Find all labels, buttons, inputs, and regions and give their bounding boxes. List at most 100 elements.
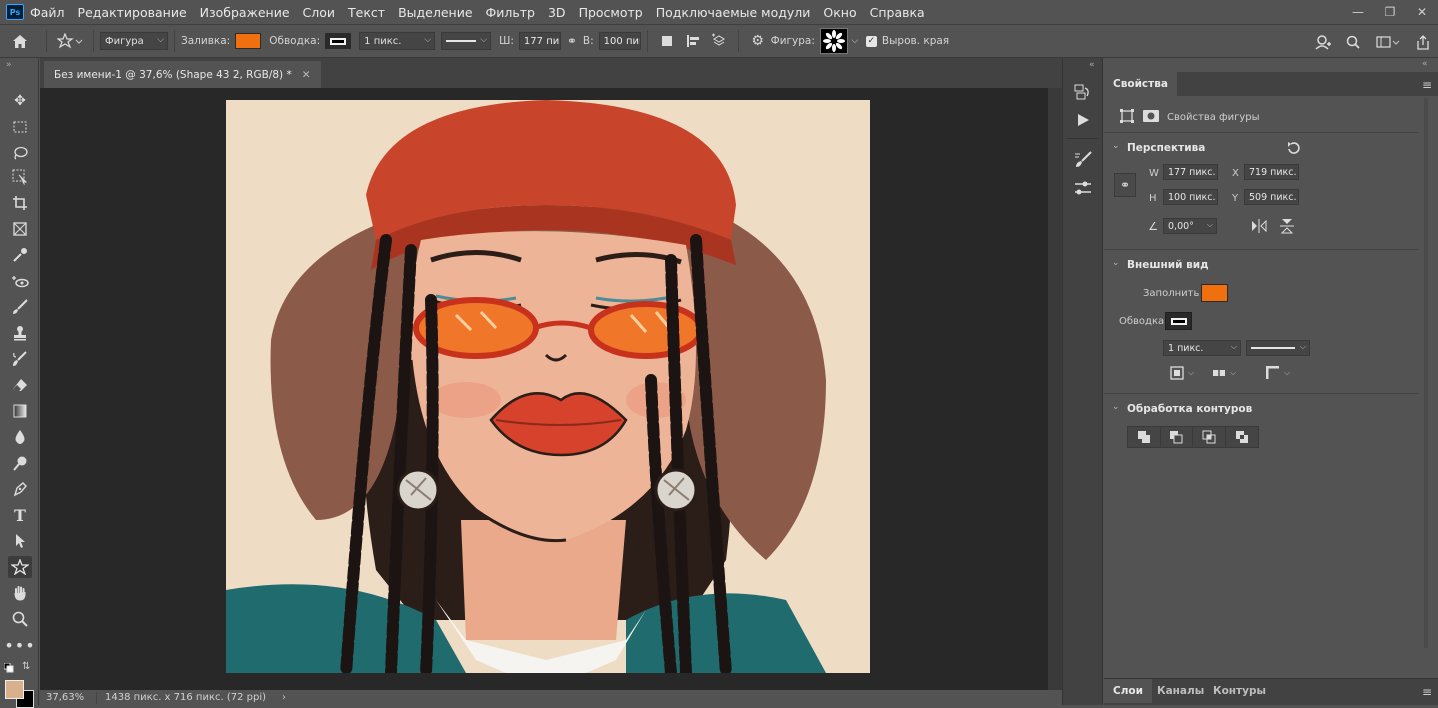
mask-properties-icon[interactable]	[1140, 106, 1162, 126]
antialias-checkbox[interactable]: ✓	[865, 35, 877, 47]
chevron-down-icon[interactable]: ⌄	[1112, 258, 1120, 268]
more-tools-icon[interactable]: •••	[4, 634, 34, 656]
path-arrangement-icon[interactable]	[706, 33, 732, 49]
stroke-type-select[interactable]: ⌵	[1246, 340, 1310, 356]
menu-help[interactable]: Справка	[870, 5, 925, 20]
menu-layer[interactable]: Слои	[303, 5, 336, 20]
tool-mode-select[interactable]: Фигура ⌵	[100, 32, 168, 50]
subtract-shapes-icon[interactable]	[1161, 427, 1193, 447]
height-input[interactable]: 100 пикс	[598, 32, 641, 50]
menu-select[interactable]: Выделение	[398, 5, 472, 20]
menu-plugins[interactable]: Подключаемые модули	[656, 5, 811, 20]
link-dimensions-icon[interactable]: ⚭	[1114, 173, 1136, 197]
shape-picker-thumbnail[interactable]	[819, 28, 848, 54]
type-tool-icon[interactable]: T	[8, 504, 32, 526]
canvas-area[interactable]	[40, 88, 1048, 690]
custom-shape-tool-icon[interactable]	[8, 556, 32, 578]
frame-tool-icon[interactable]	[8, 218, 32, 240]
menu-filter[interactable]: Фильтр	[486, 5, 535, 20]
history-brush-tool-icon[interactable]	[8, 348, 32, 370]
dodge-tool-icon[interactable]	[8, 452, 32, 474]
lasso-tool-icon[interactable]	[8, 142, 32, 164]
fill-color-swatch[interactable]	[1201, 284, 1228, 302]
rectangular-marquee-tool-icon[interactable]	[8, 116, 32, 138]
stroke-corners-select[interactable]: ⌵	[1266, 365, 1300, 381]
flip-vertical-icon[interactable]	[1276, 216, 1298, 236]
angle-input[interactable]: 0,00° ⌵	[1163, 218, 1217, 234]
share-export-icon[interactable]	[1408, 34, 1438, 50]
collapse-panels-icon[interactable]: «	[1089, 60, 1095, 70]
menu-image[interactable]: Изображение	[200, 5, 290, 20]
eyedropper-tool-icon[interactable]	[8, 244, 32, 266]
brush-tool-icon[interactable]	[8, 296, 32, 318]
panel-menu-icon[interactable]: ≡	[1422, 78, 1432, 92]
history-panel-icon[interactable]	[1073, 82, 1093, 105]
chevron-right-icon[interactable]: ›	[282, 692, 286, 703]
zoom-tool-icon[interactable]	[8, 608, 32, 630]
shape-properties-icon[interactable]	[1116, 106, 1138, 126]
menu-3d[interactable]: 3D	[548, 5, 566, 20]
x-input[interactable]: 719 пикс.	[1244, 164, 1299, 180]
gear-icon[interactable]: ⚙	[745, 33, 771, 49]
combine-shapes-icon[interactable]	[1128, 427, 1161, 447]
blur-tool-icon[interactable]	[8, 426, 32, 448]
chevron-down-icon[interactable]: ⌵	[848, 36, 862, 46]
document-tab[interactable]: Без имени-1 @ 37,6% (Shape 43 2, RGB/8) …	[44, 61, 321, 88]
swap-colors-icon[interactable]: ⇅	[22, 661, 30, 672]
eraser-tool-icon[interactable]	[8, 374, 32, 396]
path-operations-icon[interactable]	[654, 35, 680, 47]
panel-scrollbar[interactable]	[1420, 98, 1432, 648]
panel-menu-icon[interactable]: ≡	[1422, 685, 1432, 699]
actions-play-icon[interactable]	[1075, 112, 1091, 131]
minimize-icon[interactable]: —	[1342, 0, 1374, 24]
gradient-tool-icon[interactable]	[8, 400, 32, 422]
exclude-overlap-icon[interactable]	[1226, 427, 1258, 447]
pen-tool-icon[interactable]	[8, 478, 32, 500]
spot-healing-brush-tool-icon[interactable]	[8, 270, 32, 292]
fill-color-swatch[interactable]	[235, 33, 262, 49]
menu-view[interactable]: Просмотр	[579, 5, 643, 20]
stroke-align-select[interactable]: ⌵	[1170, 365, 1204, 381]
stroke-type-select[interactable]: ⌵	[441, 32, 492, 50]
chevron-down-icon[interactable]: ⌄	[1112, 402, 1120, 412]
path-selection-tool-icon[interactable]	[8, 530, 32, 552]
menu-edit[interactable]: Редактирование	[78, 5, 187, 20]
vertical-scrollbar[interactable]	[1048, 88, 1062, 690]
stroke-width-field[interactable]: 1 пикс. ⌵	[1163, 340, 1241, 356]
menu-type[interactable]: Текст	[348, 5, 385, 20]
stroke-caps-select[interactable]: ⌵	[1212, 365, 1246, 381]
path-alignment-icon[interactable]	[680, 34, 706, 48]
crop-tool-icon[interactable]	[8, 192, 32, 214]
reset-transform-icon[interactable]	[1282, 138, 1304, 158]
home-icon[interactable]	[0, 34, 40, 49]
flip-horizontal-icon[interactable]	[1248, 216, 1270, 236]
menu-file[interactable]: Файл	[30, 5, 65, 20]
object-selection-tool-icon[interactable]	[8, 166, 32, 188]
workspace-switcher-icon[interactable]	[1368, 35, 1408, 49]
move-tool-icon[interactable]: ✥	[8, 90, 32, 112]
tab-layers[interactable]: Слои	[1104, 679, 1152, 703]
y-input[interactable]: 509 пикс.	[1244, 189, 1299, 205]
foreground-color-swatch[interactable]	[5, 680, 24, 699]
stroke-color-swatch[interactable]	[1165, 312, 1192, 330]
custom-shape-tool-preset-icon[interactable]	[53, 33, 87, 49]
adjustments-sliders-icon[interactable]	[1073, 178, 1093, 201]
h-input[interactable]: 100 пикс.	[1163, 189, 1218, 205]
stroke-width-field[interactable]: 1 пикс. ⌵	[359, 32, 436, 50]
intersect-shapes-icon[interactable]	[1193, 427, 1226, 447]
chevron-down-icon[interactable]: ⌄	[1112, 141, 1120, 151]
stroke-color-swatch[interactable]	[325, 33, 352, 49]
canvas-artwork-illustration[interactable]	[226, 100, 870, 673]
tab-properties[interactable]: Свойства	[1104, 72, 1177, 96]
link-icon[interactable]: ⚭	[561, 34, 583, 48]
share-user-icon[interactable]	[1308, 34, 1338, 50]
default-colors-icon[interactable]	[3, 662, 14, 676]
width-input[interactable]: 177 пик	[518, 32, 561, 50]
w-input[interactable]: 177 пикс.	[1163, 164, 1218, 180]
close-icon[interactable]: ✕	[1406, 0, 1438, 24]
restore-icon[interactable]: ❐	[1374, 0, 1406, 24]
hand-tool-icon[interactable]	[8, 582, 32, 604]
collapse-panel-icon[interactable]: «	[1422, 59, 1428, 69]
search-icon[interactable]	[1338, 35, 1368, 49]
clone-stamp-tool-icon[interactable]	[8, 322, 32, 344]
